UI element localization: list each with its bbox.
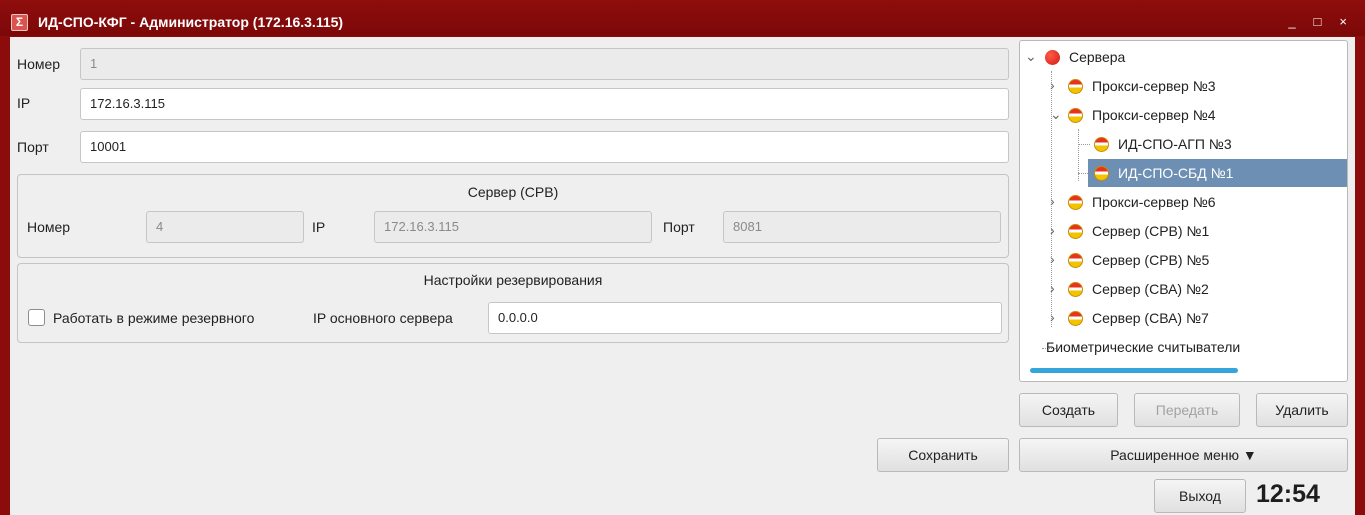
red-circle-icon (1045, 50, 1060, 65)
chevron-right-icon[interactable]: › (1050, 279, 1055, 297)
tree-item-label: Прокси-сервер №4 (1092, 107, 1216, 123)
server-port-label: Порт (663, 219, 695, 235)
tree-item-sbd-1[interactable]: ИД-СПО-СБД №1 (1088, 159, 1347, 187)
server-number-label: Номер (27, 219, 71, 235)
save-button[interactable]: Сохранить (877, 438, 1009, 472)
app-window: Σ ИД-СПО-КФГ - Администратор (172.16.3.1… (0, 0, 1365, 515)
server-status-icon (1094, 137, 1109, 152)
tree-item-agp-3[interactable]: ИД-СПО-АГП №3 (1020, 130, 1347, 158)
reserve-group: Настройки резервирования Работать в режи… (17, 263, 1009, 343)
server-status-icon (1068, 311, 1083, 326)
tree-item-proxy-6[interactable]: › Прокси-сервер №6 (1020, 188, 1347, 216)
window-title: ИД-СПО-КФГ - Администратор (172.16.3.115… (38, 14, 344, 30)
window-controls: _ □ × (1288, 15, 1347, 29)
chevron-right-icon[interactable]: › (1050, 250, 1055, 268)
tree-item-label: Сервер (СВА) №7 (1092, 310, 1209, 326)
chevron-down-icon[interactable]: ⌄ (1025, 47, 1037, 65)
chevron-right-icon[interactable]: › (1050, 308, 1055, 326)
horizontal-scrollbar[interactable] (1030, 368, 1238, 373)
server-status-icon (1068, 79, 1083, 94)
port-field[interactable]: 10001 (80, 131, 1009, 163)
server-group-title: Сервер (СРВ) (467, 184, 559, 200)
main-ip-field[interactable]: 0.0.0.0 (488, 302, 1002, 334)
server-status-icon (1068, 253, 1083, 268)
port-label: Порт (17, 139, 49, 155)
tree-item-sva-2[interactable]: › Сервер (СВА) №2 (1020, 275, 1347, 303)
advanced-menu-button[interactable]: Расширенное меню ▼ (1019, 438, 1348, 472)
title-bar[interactable]: Σ ИД-СПО-КФГ - Администратор (172.16.3.1… (0, 0, 1365, 36)
tree-item-label: ИД-СПО-СБД №1 (1118, 165, 1234, 181)
tree-item-label: Прокси-сервер №6 (1092, 194, 1216, 210)
create-button[interactable]: Создать (1019, 393, 1118, 427)
tree-item-label: ИД-СПО-АГП №3 (1118, 136, 1232, 152)
tree-item-label: Сервер (СРВ) №5 (1092, 252, 1210, 268)
tree-item-label: Сервер (СРВ) №1 (1092, 223, 1210, 239)
tree-item-srv-1[interactable]: › Сервер (СРВ) №1 (1020, 217, 1347, 245)
chevron-down-icon[interactable]: ⌄ (1050, 105, 1062, 123)
ip-field[interactable]: 172.16.3.115 (80, 88, 1009, 120)
server-status-icon (1068, 282, 1083, 297)
ip-label: IP (17, 95, 31, 111)
clock: 12:54 (1256, 480, 1320, 508)
close-icon[interactable]: × (1339, 15, 1347, 29)
server-ip-field[interactable]: 172.16.3.115 (374, 211, 652, 243)
tree-item-label: Прокси-сервер №3 (1092, 78, 1216, 94)
server-number-field[interactable]: 4 (146, 211, 304, 243)
server-group: Сервер (СРВ) Номер 4 IP 172.16.3.115 Пор… (17, 174, 1009, 258)
tree-item-label: Биометрические считыватели (1046, 339, 1241, 355)
tree-item-label: Сервер (СВА) №2 (1092, 281, 1209, 297)
main-ip-label: IP основного сервера (313, 310, 453, 326)
delete-button[interactable]: Удалить (1256, 393, 1348, 427)
server-status-icon (1094, 166, 1109, 181)
tree-item-srv-5[interactable]: › Сервер (СРВ) №5 (1020, 246, 1347, 274)
tree-item-label: Сервера (1069, 49, 1126, 65)
minimize-icon[interactable]: _ (1288, 15, 1295, 29)
chevron-right-icon[interactable]: › (1050, 221, 1055, 239)
servers-tree[interactable]: ⌄ Сервера › Прокси-сервер №3 ⌄ Прокси-се… (1019, 40, 1348, 382)
reserve-mode-label: Работать в режиме резервного (53, 310, 255, 326)
app-logo-icon: Σ (11, 14, 28, 31)
server-status-icon (1068, 108, 1083, 123)
exit-button[interactable]: Выход (1154, 479, 1246, 513)
server-port-field[interactable]: 8081 (723, 211, 1001, 243)
reserve-group-title: Настройки резервирования (423, 272, 603, 288)
server-ip-label: IP (312, 219, 326, 235)
tree-item-proxy-4[interactable]: ⌄ Прокси-сервер №4 (1020, 101, 1347, 129)
tree-item-sva-7[interactable]: › Сервер (СВА) №7 (1020, 304, 1347, 332)
maximize-icon[interactable]: □ (1314, 15, 1322, 29)
chevron-right-icon[interactable]: › (1050, 76, 1055, 94)
tree-item-biometric[interactable]: Биометрические считыватели (1020, 333, 1347, 361)
server-status-icon (1068, 195, 1083, 210)
send-button[interactable]: Передать (1134, 393, 1240, 427)
server-status-icon (1068, 224, 1083, 239)
tree-item-proxy-3[interactable]: › Прокси-сервер №3 (1020, 72, 1347, 100)
chevron-right-icon[interactable]: › (1050, 192, 1055, 210)
number-label: Номер (17, 56, 61, 72)
tree-item-servers[interactable]: ⌄ Сервера (1020, 43, 1347, 71)
number-field[interactable]: 1 (80, 48, 1009, 80)
client-area: Номер 1 IP 172.16.3.115 Порт 10001 Серве… (10, 37, 1355, 515)
reserve-mode-checkbox[interactable] (28, 309, 45, 326)
